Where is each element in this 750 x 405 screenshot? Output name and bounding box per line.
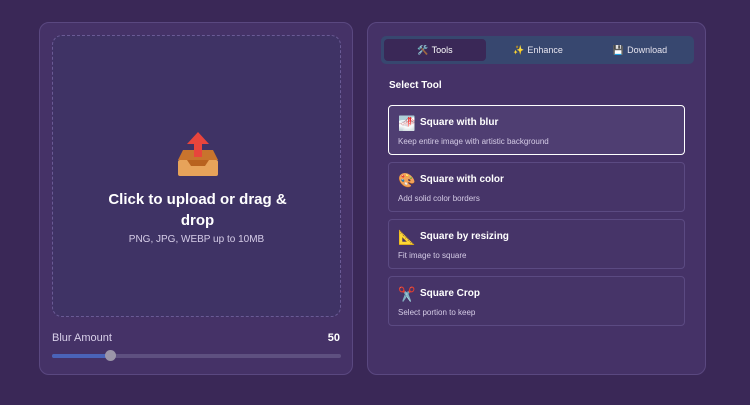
tool-description: Select portion to keep [398, 308, 476, 317]
tool-title: Square by resizing [420, 231, 509, 242]
upload-title: Click to upload or drag & drop [108, 191, 287, 229]
triangle-ruler-icon: 📐 [398, 229, 416, 245]
blur-amount-value: 50 [327, 332, 340, 344]
tool-title: Square Crop [420, 288, 481, 299]
section-title: Select Tool [389, 80, 442, 91]
palette-icon: 🎨 [398, 172, 416, 188]
tab-download[interactable]: 💾 Download [590, 39, 690, 61]
upload-subtitle: PNG, JPG, WEBP up to 10MB [128, 234, 265, 245]
tab-enhance-label: Enhance [527, 45, 563, 55]
blur-slider-fill [52, 354, 110, 358]
tool-square-with-blur[interactable]: 🌁 Square with blur Keep entire image wit… [388, 105, 685, 155]
blur-amount-label: Blur Amount [52, 332, 112, 344]
tool-title: Square with color [420, 174, 504, 185]
tool-description: Add solid color borders [398, 194, 480, 203]
tool-title: Square with blur [420, 117, 499, 128]
tool-description: Keep entire image with artistic backgrou… [398, 137, 549, 146]
tools-icon: 🛠️ [417, 45, 429, 55]
tool-description: Fit image to square [398, 251, 467, 260]
scissors-icon: ✂️ [398, 286, 416, 302]
landscape-image-icon: 🌁 [398, 115, 416, 131]
tools-panel: 🛠️ Tools ✨ Enhance 💾 Download Select Tool 🌁… [367, 22, 706, 375]
sparkles-icon: ✨ [513, 45, 525, 55]
blur-slider[interactable] [52, 350, 341, 361]
tool-square-by-resizing[interactable]: 📐 Square by resizing Fit image to square [388, 219, 685, 269]
tab-bar: 🛠️ Tools ✨ Enhance 💾 Download [381, 36, 694, 64]
blur-slider-thumb[interactable] [104, 350, 116, 361]
inbox-upload-icon [178, 132, 218, 176]
upload-panel: Click to upload or drag & drop PNG, JPG,… [39, 22, 353, 375]
tab-tools-label: Tools [431, 45, 453, 55]
tool-square-with-color[interactable]: 🎨 Square with color Add solid color bord… [388, 162, 685, 212]
tab-enhance[interactable]: ✨ Enhance [488, 39, 588, 61]
tab-tools[interactable]: 🛠️ Tools [384, 39, 486, 61]
tab-download-label: Download [627, 45, 668, 55]
upload-dropzone[interactable]: Click to upload or drag & drop PNG, JPG,… [52, 35, 341, 317]
tool-square-crop[interactable]: ✂️ Square Crop Select portion to keep [388, 276, 685, 326]
floppy-disk-icon: 💾 [612, 45, 625, 55]
